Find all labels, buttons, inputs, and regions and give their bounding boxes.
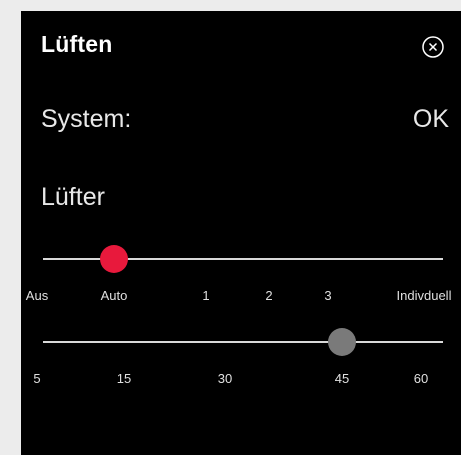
fan-time-tick-30[interactable]: 30 [218,371,232,386]
fan-mode-tick-aus[interactable]: Aus [26,288,48,303]
fan-time-track[interactable] [43,341,443,343]
dialog-title: Lüften [41,31,113,57]
circle-x-icon [422,36,444,58]
fan-mode-tick-3[interactable]: 3 [324,288,331,303]
ventilation-dialog: Lüften System: OK Lüfter Aus Auto 1 2 3 … [21,11,461,455]
fan-mode-tick-individuell[interactable]: Indivduell [397,288,452,303]
fan-mode-tick-auto[interactable]: Auto [101,288,128,303]
fan-mode-thumb[interactable] [100,245,128,273]
fan-time-tick-60[interactable]: 60 [414,371,428,386]
fan-mode-tick-2[interactable]: 2 [265,288,272,303]
fan-time-thumb[interactable] [328,328,356,356]
system-label: System: [41,105,132,133]
fan-time-tick-45[interactable]: 45 [335,371,349,386]
close-button[interactable] [422,36,444,58]
fan-time-tick-15[interactable]: 15 [117,371,131,386]
fan-time-tick-5[interactable]: 5 [33,371,40,386]
fan-mode-slider[interactable]: Aus Auto 1 2 3 Indivduell [21,245,461,308]
system-status: OK [412,105,449,133]
fan-time-slider[interactable]: 5 15 30 45 60 [21,328,461,391]
fan-mode-tick-1[interactable]: 1 [202,288,209,303]
fan-label: Lüfter [41,183,105,211]
